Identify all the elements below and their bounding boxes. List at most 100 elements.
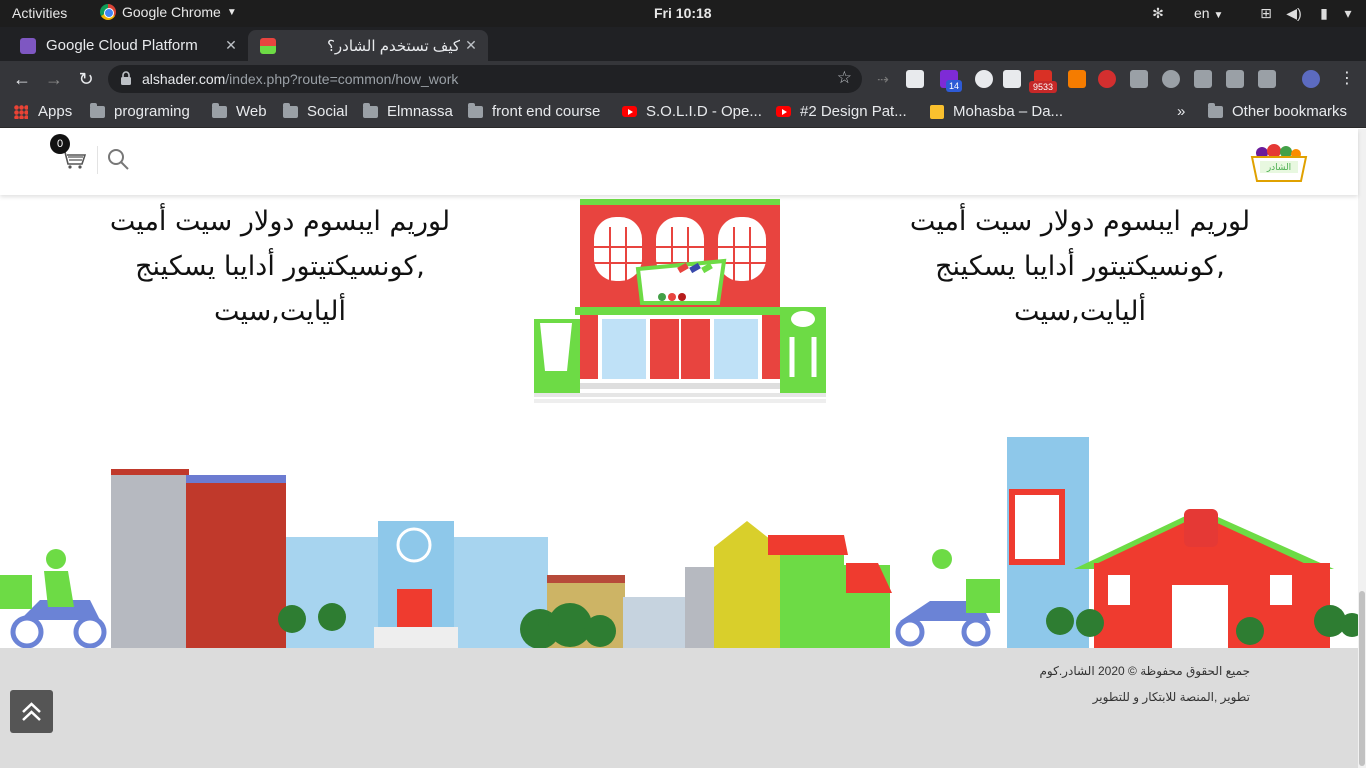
how-it-works-text-right: لوريم ايبسوم دولار سيت أميت ,كونسيكتيتور…	[909, 206, 1251, 327]
bookmark-label: Elmnassa	[387, 103, 453, 120]
bookmark-apps[interactable]: Apps	[14, 103, 72, 120]
tab-title: كيف تستخدم الشادر؟	[326, 37, 460, 55]
bookmarks-bar: Apps programing Web Social Elmnassa fron…	[0, 97, 1366, 128]
volume-icon[interactable]: ◀)	[1286, 5, 1302, 21]
bookmark-label: S.O.L.I.D - Ope...	[646, 103, 762, 120]
bookmark-label: #2 Design Pat...	[800, 103, 907, 120]
clock[interactable]: Fri 10:18	[654, 5, 712, 21]
system-top-bar: Activities Google Chrome ▼ Fri 10:18 ✻ e…	[0, 0, 1366, 27]
bookmark-label: Other bookmarks	[1232, 103, 1348, 120]
bookmark-web[interactable]: Web	[212, 102, 267, 120]
close-icon[interactable]: ✕	[220, 37, 242, 54]
app-menu-label: Google Chrome	[122, 4, 221, 20]
double-chevron-up-icon	[22, 702, 41, 721]
reload-button[interactable]: ↻	[75, 68, 97, 90]
bookmark-label: programing	[114, 103, 190, 120]
notes-extension-icon[interactable]	[906, 70, 924, 88]
delivery-scooter-left	[0, 549, 107, 649]
page-scrollbar[interactable]	[1358, 129, 1366, 768]
url-path: /index.php?route=common/how_work	[225, 71, 459, 87]
forward-button[interactable]: →	[43, 68, 65, 90]
bookmark-label: Mohasba – Da...	[953, 103, 1064, 120]
tab-google-cloud[interactable]: Google Cloud Platform ✕	[8, 30, 248, 61]
url-text: alshader.com/index.php?route=common/how_…	[142, 71, 458, 87]
alshader-favicon	[260, 37, 276, 54]
v-extension-icon[interactable]	[1226, 70, 1244, 88]
mohasba-icon	[930, 104, 944, 119]
stop-extension-icon[interactable]	[1098, 70, 1116, 88]
how-it-works-text-left: لوريم ايبسوم دولار سيت أميت ,كونسيكتيتور…	[109, 206, 451, 327]
developer-credit: تطوير ,المنصة للابتكار و للتطوير	[1092, 690, 1250, 704]
address-bar[interactable]: alshader.com/index.php?route=common/how_…	[108, 65, 862, 93]
cloud-extension-icon[interactable]	[1194, 70, 1212, 88]
bookmark-programing[interactable]: programing	[90, 102, 190, 120]
youtube-icon	[622, 106, 637, 117]
folder-icon	[283, 102, 298, 118]
copyright-text: جميع الحقوق محفوظة © 2020 الشادر.كوم	[1039, 664, 1251, 678]
caret-down-icon: ▼	[226, 6, 237, 18]
info-extension-icon[interactable]	[1003, 70, 1021, 88]
language-indicator[interactable]: en ▼	[1194, 5, 1223, 21]
bookmark-star-icon[interactable]: ☆	[837, 68, 852, 88]
bookmarks-overflow-button[interactable]: »	[1177, 103, 1185, 120]
youtube-icon	[776, 106, 791, 117]
slack-icon[interactable]: ✻	[1150, 5, 1166, 21]
page-content: 0 الشادر لوريم ايبسوم دولار سيت أميت ,كو…	[0, 129, 1366, 768]
site-logo[interactable]: الشادر	[1248, 143, 1310, 183]
folder-icon	[90, 102, 105, 118]
tab-how-it-works[interactable]: كيف تستخدم الشادر؟ ✕	[248, 30, 488, 61]
site-header: 0 الشادر	[0, 129, 1358, 195]
delivery-scooter-right	[895, 549, 1000, 647]
folder-icon	[468, 102, 483, 118]
bookmark-other[interactable]: Other bookmarks	[1208, 102, 1348, 120]
browser-toolbar: ← → ↻ alshader.com/index.php?route=commo…	[0, 61, 1366, 97]
back-button[interactable]: ←	[11, 68, 33, 90]
folder-icon	[363, 102, 378, 118]
cloud-platform-icon	[20, 37, 36, 54]
bookmark-elmnassa[interactable]: Elmnassa	[363, 102, 453, 120]
orange-extension-icon[interactable]	[1068, 70, 1086, 88]
cart-count-badge: 0	[50, 134, 70, 154]
lock-icon	[121, 71, 131, 85]
scroll-to-top-button[interactable]	[10, 690, 53, 733]
caret-down-icon[interactable]: ▾	[1340, 5, 1356, 21]
bookmark-social[interactable]: Social	[283, 102, 348, 120]
bookmark-label: front end course	[492, 103, 601, 120]
search-icon[interactable]	[106, 147, 130, 171]
battery-icon[interactable]: ▮	[1316, 5, 1332, 21]
extension-badge: 14	[946, 80, 962, 92]
extension-icon[interactable]: ⇢	[874, 70, 892, 88]
logo-text: الشادر	[1266, 163, 1291, 173]
chrome-icon	[100, 4, 116, 20]
bookmark-design-patterns[interactable]: #2 Design Pat...	[776, 103, 907, 120]
profile-avatar[interactable]	[1302, 70, 1320, 88]
city-skyline-illustration	[0, 437, 1364, 649]
menu-kebab-icon[interactable]: ⋮	[1336, 68, 1358, 90]
bookmark-label: Social	[307, 103, 348, 120]
close-icon[interactable]: ✕	[460, 37, 482, 54]
apps-grid-icon	[14, 104, 28, 119]
camera-extension-icon[interactable]	[1130, 70, 1148, 88]
extension-icon[interactable]	[1258, 70, 1276, 88]
bookmark-front-end-course[interactable]: front end course	[468, 102, 601, 120]
mail-badge: 9533	[1029, 81, 1057, 93]
folder-icon	[1208, 102, 1223, 118]
site-footer: جميع الحقوق محفوظة © 2020 الشادر.كوم تطو…	[0, 648, 1366, 768]
bookmark-label: Web	[236, 103, 267, 120]
extension-icon[interactable]	[1162, 70, 1180, 88]
bookmark-solid[interactable]: S.O.L.I.D - Ope...	[622, 103, 762, 120]
bookmark-label: Apps	[38, 103, 73, 120]
activities-button[interactable]: Activities	[12, 5, 67, 21]
h-extension-icon[interactable]	[975, 70, 993, 88]
folder-icon	[212, 102, 227, 118]
scrollbar-thumb[interactable]	[1359, 591, 1365, 766]
store-illustration	[534, 199, 826, 403]
network-icon[interactable]: ⊞	[1258, 5, 1274, 21]
language-label: en	[1194, 5, 1210, 21]
header-divider	[97, 146, 98, 174]
app-menu[interactable]: Google Chrome ▼	[100, 4, 237, 20]
tab-title: Google Cloud Platform	[46, 37, 198, 54]
tab-strip: Google Cloud Platform ✕ كيف تستخدم الشاد…	[0, 27, 1366, 82]
caret-down-icon: ▼	[1213, 10, 1224, 21]
bookmark-mohasba[interactable]: Mohasba – Da...	[930, 103, 1063, 120]
